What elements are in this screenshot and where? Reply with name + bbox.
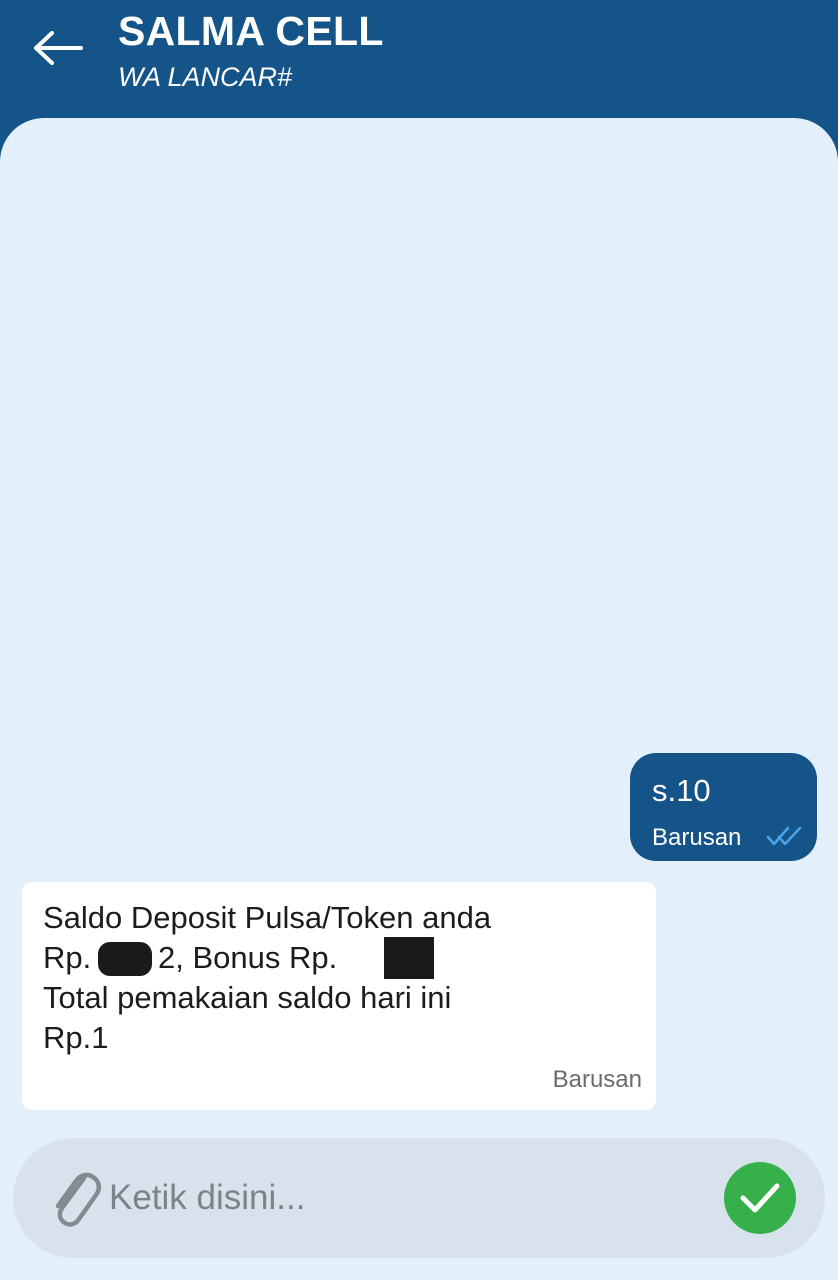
double-check-icon xyxy=(766,826,802,846)
message-line: Saldo Deposit Pulsa/Token anda xyxy=(43,900,492,935)
message-line: Rp. xyxy=(43,940,92,975)
send-button[interactable] xyxy=(724,1162,796,1234)
contact-name[interactable]: SALMA CELL xyxy=(118,8,384,55)
incoming-message[interactable]: Saldo Deposit Pulsa/Token anda Rp. 2, Bo… xyxy=(22,882,656,1110)
message-line: Total pemakaian saldo hari ini xyxy=(43,980,452,1015)
message-time: Barusan xyxy=(552,1066,642,1093)
message-input[interactable] xyxy=(109,1168,699,1228)
app-header: SALMA CELL WA LANCAR# xyxy=(0,0,838,130)
checkmark-icon xyxy=(740,1183,780,1213)
message-composer xyxy=(13,1138,825,1258)
outgoing-message-text: s.10 xyxy=(652,773,711,808)
contact-status: WA LANCAR# xyxy=(118,62,293,92)
arrow-left-icon xyxy=(34,31,83,65)
blurred-text xyxy=(716,771,766,811)
message-line: 2, Bonus Rp. xyxy=(158,940,338,975)
paperclip-icon xyxy=(55,1172,102,1227)
redacted-bonus xyxy=(384,937,434,979)
redacted-amount xyxy=(98,942,152,976)
back-button[interactable] xyxy=(28,26,88,70)
attach-button[interactable] xyxy=(46,1164,102,1230)
message-time: Barusan xyxy=(652,824,742,851)
message-line: Rp.1 xyxy=(43,1020,109,1055)
